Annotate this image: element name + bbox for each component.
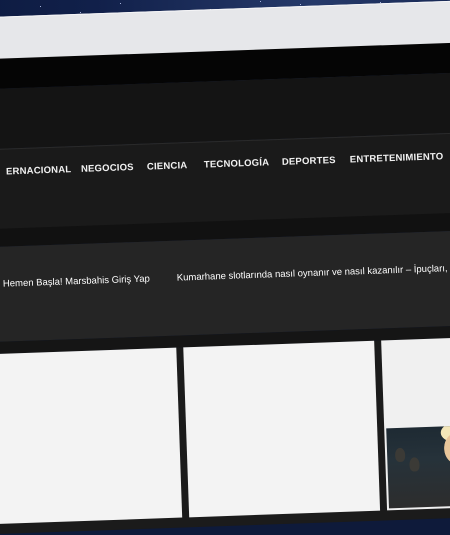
article-grid bbox=[0, 335, 450, 535]
article-card-2[interactable] bbox=[183, 340, 381, 518]
browser-window: ERNACIONAL NEGOCIOS CIENCIA TECNOLOGÍA D… bbox=[0, 0, 450, 535]
nav-item-deportes[interactable]: DEPORTES bbox=[282, 155, 336, 168]
nav-item-internacional[interactable]: ERNACIONAL bbox=[6, 164, 72, 177]
article-thumbnail[interactable] bbox=[386, 423, 450, 509]
ticker-link-1[interactable]: Hemen Başla! Marsbahis Giriş Yap bbox=[3, 274, 150, 290]
article-card-1[interactable] bbox=[0, 347, 183, 525]
nav-item-negocios[interactable]: NEGOCIOS bbox=[81, 162, 134, 175]
nav-item-entretenimiento[interactable]: ENTRETENIMIENTO bbox=[350, 151, 444, 165]
nav-item-ciencia[interactable]: CIENCIA bbox=[147, 160, 188, 172]
news-ticker: Hemen Başla! Marsbahis Giriş Yap Kumarha… bbox=[0, 228, 450, 343]
nav-item-tecnologia[interactable]: TECNOLOGÍA bbox=[204, 157, 270, 170]
ticker-link-2[interactable]: Kumarhane slotlarında nasıl oynanır ve n… bbox=[177, 262, 450, 284]
